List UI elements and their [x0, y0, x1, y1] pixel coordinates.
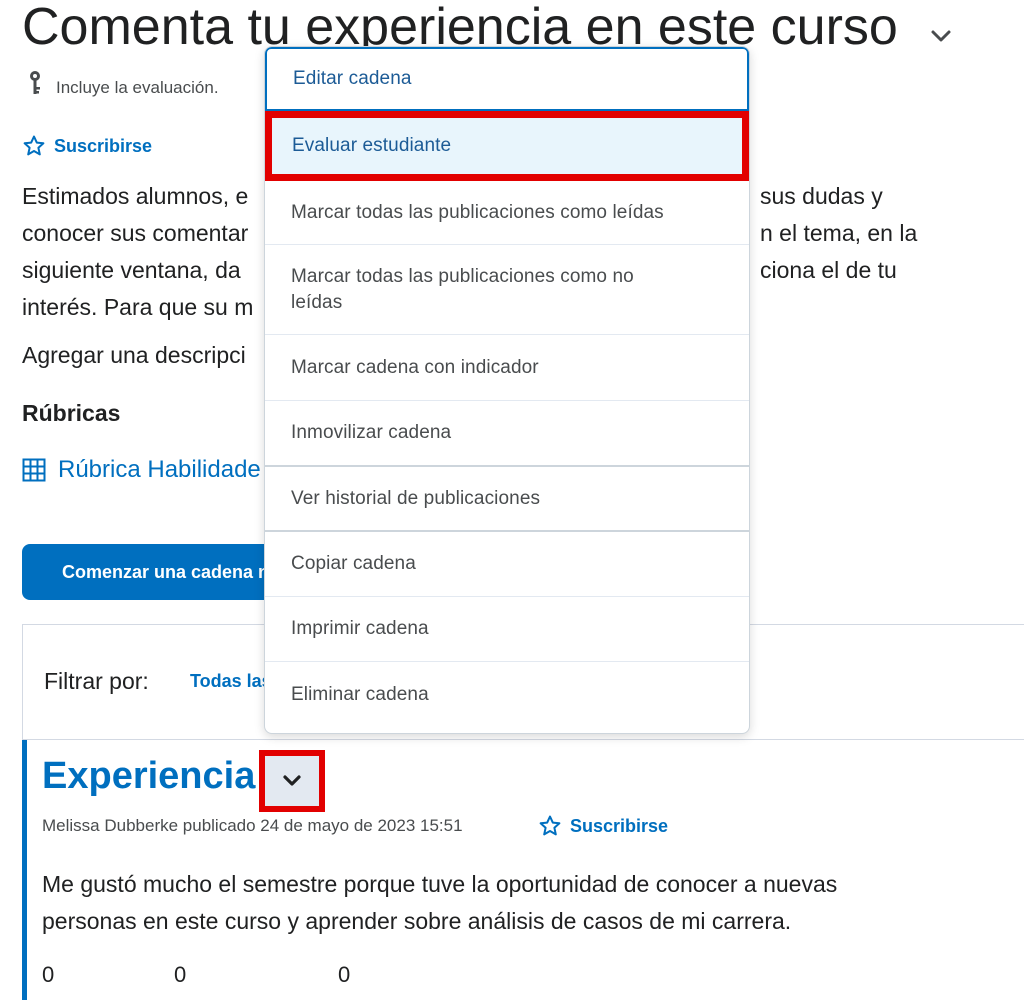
stat-count: 0 — [174, 962, 187, 987]
filter-label: Filtrar por: — [44, 668, 149, 694]
subscribe-button[interactable]: Suscribirse — [22, 134, 152, 158]
menu-item-pin-thread[interactable]: Inmovilizar cadena — [265, 401, 749, 467]
chevron-down-icon — [283, 775, 301, 786]
description-line: ciona el de tu — [760, 257, 897, 283]
rubrics-heading: Rúbricas — [22, 400, 121, 426]
thread-actions-button[interactable] — [259, 750, 325, 812]
rubric-link[interactable]: Rúbrica Habilidade — [22, 456, 261, 484]
add-description-text[interactable]: Agregar una descripci — [22, 342, 246, 369]
key-icon — [30, 71, 40, 94]
menu-item-view-history[interactable]: Ver historial de publicaciones — [265, 467, 749, 532]
stat-count: 0 — [42, 962, 55, 987]
subscribe-label: Suscribirse — [570, 815, 669, 836]
grade-included-text: Incluye la evaluación. — [56, 78, 219, 97]
subscribe-label: Suscribirse — [54, 135, 153, 156]
menu-item-edit-thread[interactable]: Editar cadena — [265, 47, 749, 111]
star-icon — [23, 135, 45, 156]
thread-actions-menu: Editar cadena Evaluar estudiante Marcar … — [264, 46, 750, 734]
menu-item-assess-student[interactable]: Evaluar estudiante — [265, 111, 749, 181]
description-line: sus dudas y — [760, 183, 883, 209]
menu-item-mark-all-read[interactable]: Marcar todas las publicaciones como leíd… — [265, 181, 749, 245]
post-subscribe-button[interactable]: Suscribirse — [538, 814, 668, 838]
topic-description-right: sus dudas y n el tema, en la ciona el de… — [760, 178, 1015, 289]
post-meta: Melissa Dubberke publicado 24 de mayo de… — [42, 816, 463, 835]
post-accent-bar — [22, 740, 27, 1000]
menu-item-print-thread[interactable]: Imprimir cadena — [265, 597, 749, 662]
menu-item-flag-thread[interactable]: Marcar cadena con indicador — [265, 335, 749, 401]
chevron-down-icon[interactable] — [928, 24, 954, 48]
star-icon — [539, 815, 561, 836]
post-body: Me gustó mucho el semestre porque tuve l… — [42, 866, 1002, 940]
post-stats: 0 0 0 — [42, 962, 350, 988]
menu-item-mark-all-unread[interactable]: Marcar todas las publicaciones como no l… — [265, 245, 749, 335]
stat-count: 0 — [338, 962, 351, 987]
post-body-line: Me gustó mucho el semestre porque tuve l… — [42, 871, 838, 897]
rubric-link-label: Rúbrica Habilidade — [58, 456, 261, 483]
menu-item-delete-thread[interactable]: Eliminar cadena — [265, 662, 749, 728]
description-line: n el tema, en la — [760, 220, 918, 246]
post-title[interactable]: Experiencia — [42, 752, 255, 800]
post-body-line: personas en este curso y aprender sobre … — [42, 908, 792, 934]
grid-icon — [22, 458, 46, 482]
menu-item-copy-thread[interactable]: Copiar cadena — [265, 532, 749, 597]
filter-dropdown[interactable]: Todas las — [190, 671, 272, 692]
